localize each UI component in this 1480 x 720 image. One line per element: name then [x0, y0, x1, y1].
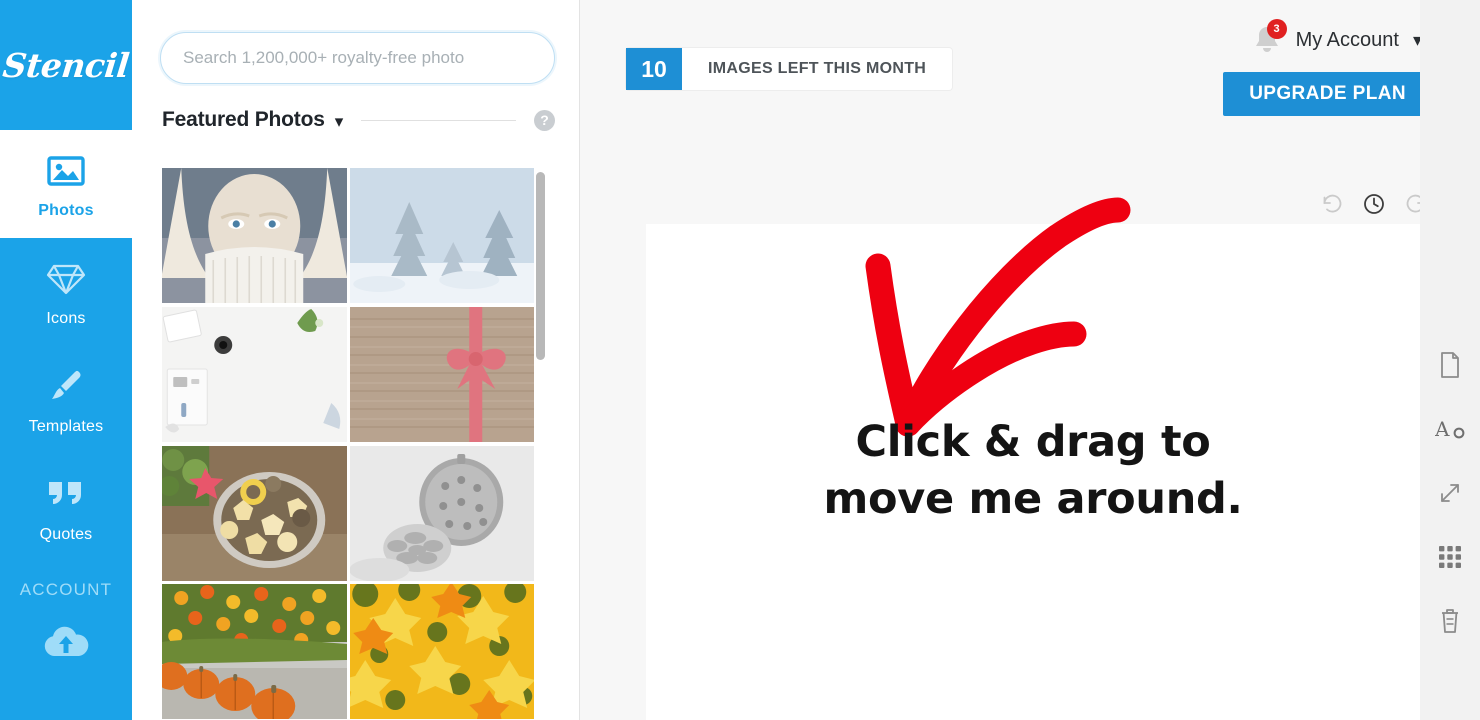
- sidebar-item-templates[interactable]: Templates: [0, 346, 132, 454]
- stencil-editor-window: Stencil Photos Icons Templates Quotes AC…: [0, 0, 1480, 720]
- sidebar-item-photos[interactable]: Photos: [0, 130, 132, 238]
- editor-main-area: 10 IMAGES LEFT THIS MONTH 3 My Account ▾…: [580, 0, 1480, 720]
- diamond-icon: [43, 256, 89, 302]
- account-menu[interactable]: 3 My Account ▾: [1252, 19, 1422, 56]
- sidebar-item-label: Quotes: [39, 526, 93, 543]
- photos-panel: Featured Photos ▾ ?: [132, 0, 580, 720]
- resize-icon[interactable]: [1435, 478, 1465, 508]
- search-container: [132, 0, 579, 84]
- photo-thumbnail[interactable]: [349, 584, 534, 720]
- page-icon[interactable]: [1435, 350, 1465, 380]
- photo-thumbnail[interactable]: [162, 306, 347, 442]
- right-tool-buttons: A: [1420, 350, 1480, 636]
- sidebar-item-label: Icons: [46, 310, 86, 327]
- quota-count: 10: [626, 48, 682, 90]
- quote-icon: [43, 472, 89, 518]
- undo-icon[interactable]: [1318, 190, 1346, 218]
- canvas-text-line: Click & drag to: [855, 417, 1211, 467]
- image-icon: [43, 148, 89, 194]
- cloud-upload-icon: [40, 622, 92, 667]
- sidebar-item-label: Templates: [28, 418, 104, 435]
- top-bar: 10 IMAGES LEFT THIS MONTH 3 My Account ▾…: [580, 0, 1480, 130]
- sidebar-item-upload[interactable]: [0, 622, 132, 667]
- design-canvas[interactable]: Click & drag to move me around.: [646, 197, 1420, 720]
- svg-text:A: A: [1435, 417, 1450, 441]
- quota-label: IMAGES LEFT THIS MONTH: [708, 60, 927, 77]
- photo-thumbnail[interactable]: [162, 584, 347, 720]
- sidebar-item-label: Photos: [38, 202, 94, 219]
- featured-photos-header: Featured Photos ▾ ?: [132, 84, 579, 132]
- brush-icon: [43, 364, 89, 410]
- grid-icon[interactable]: [1435, 542, 1465, 572]
- sidebar-item-quotes[interactable]: Quotes: [0, 454, 132, 562]
- account-name-label: My Account: [1295, 28, 1399, 51]
- upgrade-plan-button[interactable]: UPGRADE PLAN: [1223, 72, 1432, 116]
- left-sidebar: Stencil Photos Icons Templates Quotes AC…: [0, 0, 132, 720]
- text-icon[interactable]: A: [1435, 414, 1465, 444]
- canvas-text-object[interactable]: Click & drag to move me around.: [646, 414, 1420, 528]
- notification-bell-icon[interactable]: 3: [1252, 19, 1287, 56]
- help-circle-icon[interactable]: ?: [534, 109, 555, 131]
- sidebar-item-icons[interactable]: Icons: [0, 238, 132, 346]
- photo-thumbnail[interactable]: [162, 168, 347, 303]
- search-input[interactable]: [160, 32, 555, 84]
- history-icon[interactable]: [1360, 190, 1388, 218]
- section-title: Featured Photos: [162, 108, 325, 131]
- trash-icon[interactable]: [1435, 606, 1465, 636]
- divider: [361, 119, 516, 121]
- history-toolbar: [1318, 190, 1430, 218]
- photo-thumbnail[interactable]: [349, 445, 534, 581]
- notification-badge: 3: [1266, 19, 1287, 39]
- photo-thumbnail-grid: [162, 168, 534, 720]
- canvas-text-line: move me around.: [823, 473, 1243, 524]
- photo-thumbnail[interactable]: [349, 168, 534, 303]
- chevron-down-icon[interactable]: ▾: [335, 113, 344, 130]
- scrollbar-thumb[interactable]: [536, 172, 545, 360]
- image-quota-indicator: 10 IMAGES LEFT THIS MONTH: [626, 48, 953, 90]
- right-tool-rail: A: [1420, 0, 1480, 720]
- photos-panel-scrollbar[interactable]: [536, 168, 545, 720]
- sidebar-section-account: ACCOUNT: [19, 580, 113, 599]
- app-logo-text: Stencil: [1, 45, 131, 85]
- app-logo[interactable]: Stencil: [0, 0, 132, 130]
- photo-thumbnail[interactable]: [162, 445, 347, 581]
- photo-thumbnail[interactable]: [349, 306, 534, 442]
